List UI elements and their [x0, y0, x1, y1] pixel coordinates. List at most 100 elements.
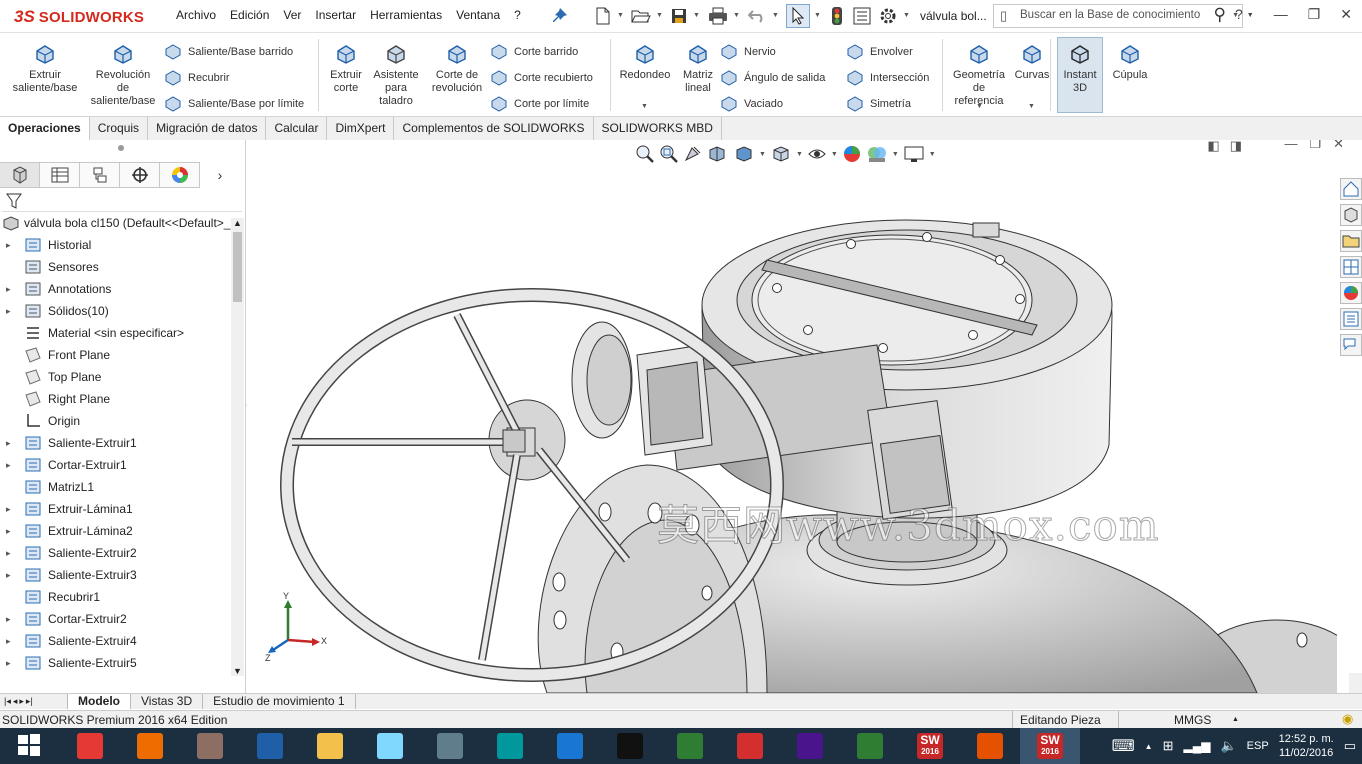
chevron-down-icon[interactable]: ▼ — [1247, 12, 1254, 23]
expand-arrow-icon[interactable]: ▸ — [6, 438, 11, 449]
tab-property-manager[interactable] — [40, 162, 80, 188]
menu-item[interactable]: Ver — [283, 8, 301, 22]
tree-item[interactable]: ▸ Extruir-Lámina1 — [0, 498, 232, 520]
chevron-right-icon[interactable]: › — [200, 162, 240, 188]
tree-item[interactable]: Top Plane — [0, 366, 232, 388]
clock[interactable]: 12:52 p. m. 11/02/2016 — [1279, 732, 1334, 760]
appearances-icon[interactable] — [1340, 282, 1362, 304]
tree-item[interactable]: ▸ Cortar-Extruir1 — [0, 454, 232, 476]
expand-arrow-icon[interactable]: ▸ — [6, 526, 11, 537]
expand-arrow-icon[interactable]: ▸ — [6, 658, 11, 669]
prev-tab-icon[interactable]: ◂ — [13, 696, 18, 707]
recubrir-button[interactable]: Recubrir — [164, 68, 230, 88]
chevron-down-icon[interactable]: ▼ — [814, 12, 821, 19]
taskbar-app[interactable] — [120, 728, 180, 764]
tree-item[interactable]: Origin — [0, 410, 232, 432]
chevron-down-icon[interactable]: ▼ — [772, 12, 779, 19]
taskbar-app[interactable] — [540, 728, 600, 764]
expand-arrow-icon[interactable]: ▸ — [6, 240, 11, 251]
extruir-corte-button[interactable]: Extruir corte — [326, 39, 366, 95]
graphics-area[interactable]: ◧ ◨ — ❐ ✕ ▼ ▼ ▼ ▼ ▼ 莫西网www.3dmox.com Y X… — [247, 140, 1362, 693]
expand-arrow-icon[interactable]: ▸ — [6, 570, 11, 581]
expand-arrow-icon[interactable]: ▸ — [6, 306, 11, 317]
status-units[interactable]: MMGS — [1174, 713, 1211, 727]
taskbar-app[interactable] — [0, 728, 60, 764]
tree-item[interactable]: ▸ Cortar-Extruir2 — [0, 608, 232, 630]
corte-recubierto-button[interactable]: Corte recubierto — [490, 68, 593, 88]
save-icon[interactable] — [668, 6, 690, 26]
file-properties-icon[interactable] — [851, 6, 873, 26]
tree-item[interactable]: Recubrir1 — [0, 586, 232, 608]
tree-item[interactable]: ▸ Saliente-Extruir5 — [0, 652, 232, 674]
tree-scrollbar[interactable]: ▲ ▼ — [231, 218, 244, 676]
expand-arrow-icon[interactable]: ▸ — [6, 284, 11, 295]
tab-command-1[interactable]: Croquis — [90, 117, 149, 140]
taskbar-app[interactable] — [420, 728, 480, 764]
close-icon[interactable]: ✕ — [1340, 6, 1352, 23]
options-gear-icon[interactable] — [877, 6, 899, 26]
corte-barrido-button[interactable]: Corte barrido — [490, 42, 578, 62]
envolver-button[interactable]: Envolver — [846, 42, 913, 62]
tab-display-manager[interactable] — [160, 162, 200, 188]
simetria-button[interactable]: Simetría — [846, 94, 911, 114]
select-icon[interactable] — [786, 4, 810, 28]
corte-revolucion-button[interactable]: Corte de revolución — [430, 39, 484, 95]
language-indicator[interactable]: ESP — [1247, 740, 1269, 752]
tree-item[interactable]: MatrizL1 — [0, 476, 232, 498]
expand-arrow-icon[interactable]: ▸ — [6, 460, 11, 471]
taskbar-app[interactable]: SW 2016 — [1020, 728, 1080, 764]
rebuild-traffic-light-icon[interactable] — [826, 6, 848, 26]
vaciado-button[interactable]: Vaciado — [720, 94, 783, 114]
expand-arrow-icon[interactable]: ▸ — [6, 504, 11, 515]
saliente-barrido-button[interactable]: Saliente/Base barrido — [164, 42, 293, 62]
tab-command-0[interactable]: Operaciones — [0, 117, 90, 140]
asistente-taladro-button[interactable]: Asistente para taladro — [370, 39, 422, 108]
taskbar-app[interactable] — [60, 728, 120, 764]
saliente-limite-button[interactable]: Saliente/Base por límite — [164, 94, 304, 114]
menu-item[interactable]: ? — [514, 8, 521, 22]
keyboard-icon[interactable]: ⌨ — [1112, 736, 1135, 756]
taskbar-app[interactable] — [360, 728, 420, 764]
tree-item[interactable]: ▸ Sólidos(10) — [0, 300, 232, 322]
taskbar-app[interactable] — [300, 728, 360, 764]
tab-feature-manager[interactable] — [0, 162, 40, 188]
signal-icon[interactable]: ▂▄▆ — [1183, 739, 1210, 753]
forum-icon[interactable] — [1340, 334, 1362, 356]
search-icon[interactable]: ⚲ — [1214, 5, 1226, 25]
tree-item[interactable]: Sensores — [0, 256, 232, 278]
taskbar-app[interactable] — [720, 728, 780, 764]
search-input[interactable]: ▯ Buscar en la Base de conocimiento ⚲ ▼ — [993, 4, 1243, 28]
nervio-button[interactable]: Nervio — [720, 42, 776, 62]
redondeo-button[interactable]: Redondeo — [616, 39, 674, 82]
scrollbar-thumb[interactable] — [233, 232, 242, 302]
tree-item[interactable]: Front Plane — [0, 344, 232, 366]
tree-root[interactable]: válvula bola cl150 (Default<<Default>_ — [2, 215, 230, 231]
tree-item[interactable]: Right Plane — [0, 388, 232, 410]
taskbar-app[interactable]: SW 2016 — [900, 728, 960, 764]
revolucion-saliente-button[interactable]: Revolución de saliente/base — [88, 39, 158, 108]
last-tab-icon[interactable]: ▸| — [26, 696, 33, 707]
chevron-down-icon[interactable]: ▼ — [641, 103, 648, 110]
pin-icon[interactable] — [549, 6, 571, 26]
chevron-down-icon[interactable]: ▼ — [656, 12, 663, 19]
tree-item[interactable]: ▸ Saliente-Extruir2 — [0, 542, 232, 564]
taskbar-app[interactable] — [180, 728, 240, 764]
taskbar-app[interactable] — [480, 728, 540, 764]
design-library-icon[interactable] — [1340, 204, 1362, 226]
taskbar-app[interactable] — [660, 728, 720, 764]
extruir-saliente-button[interactable]: Extruir saliente/base — [10, 39, 80, 95]
chevron-down-icon[interactable]: ▼ — [693, 12, 700, 19]
taskbar-app[interactable] — [780, 728, 840, 764]
expand-arrow-icon[interactable]: ▸ — [6, 636, 11, 647]
home-icon[interactable] — [1340, 178, 1362, 200]
tab-command-4[interactable]: DimXpert — [327, 117, 395, 140]
print-icon[interactable] — [707, 6, 729, 26]
bottom-tab-2[interactable]: Estudio de movimiento 1 — [203, 694, 356, 709]
next-tab-icon[interactable]: ▸ — [19, 696, 24, 707]
menu-item[interactable]: Edición — [230, 8, 269, 22]
panel-collapse-handle[interactable] — [118, 145, 124, 151]
view-palette-icon[interactable] — [1340, 256, 1362, 278]
tab-dimxpert-manager[interactable] — [120, 162, 160, 188]
undo-icon[interactable] — [746, 6, 768, 26]
valve-3d-model[interactable] — [247, 140, 1337, 693]
